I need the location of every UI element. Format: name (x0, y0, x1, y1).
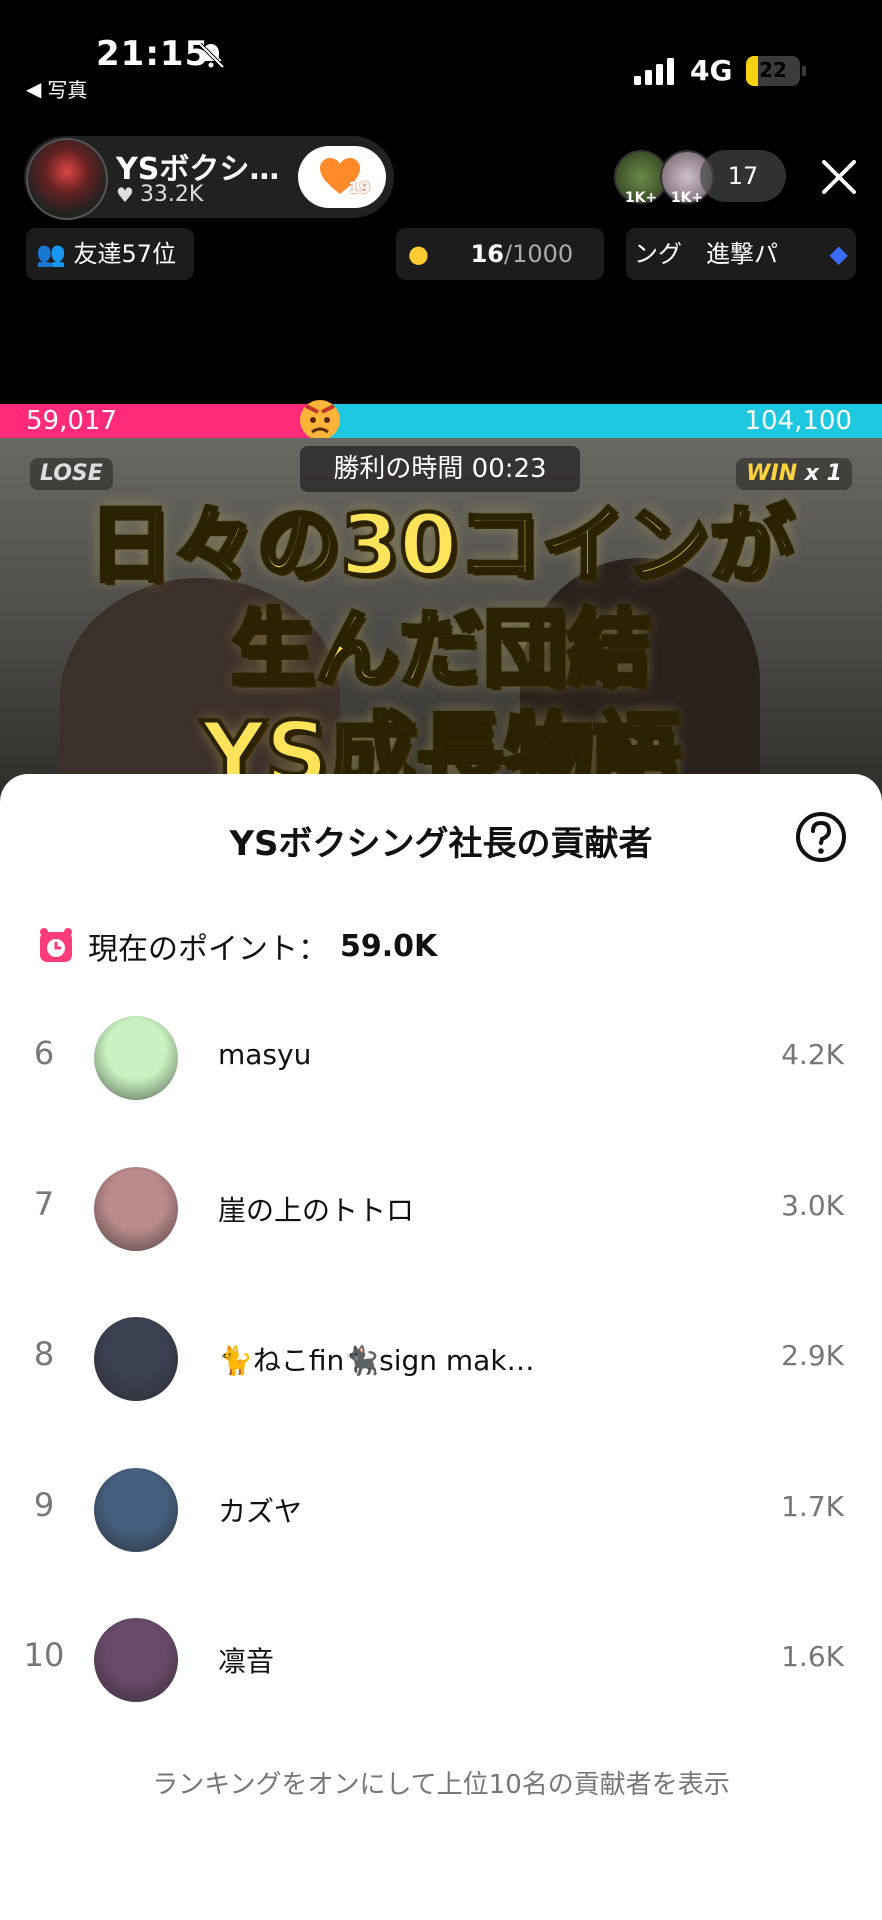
contributor-score: 3.0K (781, 1189, 844, 1222)
host-likes: ♥ 33.2K (116, 182, 203, 207)
bell-muted-icon (198, 42, 225, 69)
status-time: 21:15 (96, 34, 210, 74)
contributors-sheet: YSボクシング社長の貢献者 現在のポイント： 59.0K 6 masyu 4.2K 7 崖… (0, 774, 882, 1920)
contributor-score: 2.9K (781, 1339, 844, 1372)
contributor-avatar[interactable] (94, 1317, 178, 1401)
back-to-photos-link[interactable]: ◀ 写真 (26, 74, 87, 103)
contributor-score: 4.2K (781, 1038, 844, 1071)
goal-coin-icon: ● (408, 240, 429, 268)
goal-total: /1000 (504, 240, 574, 268)
help-icon[interactable] (794, 810, 848, 864)
contributor-avatar[interactable] (94, 1167, 178, 1251)
angry-face-icon (300, 400, 340, 440)
contributor-rank: 7 (33, 1185, 55, 1223)
sheet-title: YSボクシング社長の貢献者 (229, 824, 653, 864)
battery-tip (802, 66, 806, 76)
goal-current: 16 (470, 240, 504, 268)
back-triangle-icon: ◀ (26, 76, 42, 101)
battle-score-left: 59,017 (26, 406, 117, 436)
close-icon[interactable] (818, 156, 860, 198)
battle-score-right: 104,100 (744, 406, 852, 436)
viewer-badge: 1K+ (670, 190, 704, 206)
follow-button[interactable]: 19 (298, 146, 386, 208)
points-label: 現在のポイント： (88, 932, 328, 967)
contributor-name[interactable]: 凛音 (218, 1640, 274, 1680)
contributor-rank: 9 (33, 1486, 55, 1524)
viewer-badge: 1K+ (624, 190, 658, 206)
contributor-name[interactable]: 崖の上のトトロ (218, 1189, 414, 1229)
ranking-ticker-pill[interactable]: ング 進撃パ ◆ (626, 228, 856, 280)
contributor-rank: 10 (23, 1636, 65, 1674)
contributor-score: 1.7K (781, 1490, 844, 1523)
alarm-clock-icon (40, 928, 72, 962)
viewer-count[interactable]: 17 (700, 150, 786, 202)
heart-icon: ♥ (116, 182, 134, 207)
ranking-footer-note: ランキングをオンにして上位10名の貢献者を表示 (152, 1770, 730, 1800)
host-avatar[interactable] (26, 138, 108, 220)
contributor-row[interactable]: 6 masyu 4.2K (0, 1004, 882, 1114)
battery-percent: 22 (759, 58, 787, 82)
network-label: 4G (690, 54, 733, 87)
back-app-label: 写真 (47, 78, 88, 102)
ranking-ticker-text: ング 進撃パ (634, 240, 778, 268)
contributor-name[interactable]: カズヤ (218, 1490, 302, 1530)
contributor-rank: 8 (33, 1335, 55, 1373)
contributor-avatar[interactable] (94, 1016, 178, 1100)
contributor-row[interactable]: 9 カズヤ 1.7K (0, 1456, 882, 1566)
caption-line-1: 日々の30コインが (87, 494, 796, 596)
friends-rank-label: 友達57位 (73, 240, 177, 268)
contributor-avatar[interactable] (94, 1618, 178, 1702)
current-points: 現在のポイント： 59.0K (36, 924, 437, 968)
goal-progress-pill[interactable]: ● 16/1000 (396, 228, 604, 280)
friends-rank-pill[interactable]: 👥 友達57位 (26, 228, 194, 280)
signal-icon (634, 58, 674, 85)
follow-count: 19 (348, 178, 371, 197)
contributor-row[interactable]: 8 🐈ねこfin🐈‍⬛sign mak… 2.9K (0, 1305, 882, 1415)
contributor-score: 1.6K (781, 1640, 844, 1673)
points-value: 59.0K (340, 928, 438, 964)
people-icon: 👥 (36, 240, 66, 268)
contributor-name[interactable]: masyu (218, 1038, 311, 1071)
contributor-rank: 6 (33, 1034, 55, 1072)
contributor-row[interactable]: 10 凛音 1.6K (0, 1606, 882, 1716)
contributor-avatar[interactable] (94, 1468, 178, 1552)
contributor-row[interactable]: 7 崖の上のトトロ 3.0K (0, 1155, 882, 1265)
contributor-name[interactable]: 🐈ねこfin🐈‍⬛sign mak… (218, 1339, 535, 1379)
host-likes-count: 33.2K (139, 182, 204, 207)
battery-icon: 22 (746, 56, 800, 86)
gift-icon: ◆ (829, 240, 848, 268)
